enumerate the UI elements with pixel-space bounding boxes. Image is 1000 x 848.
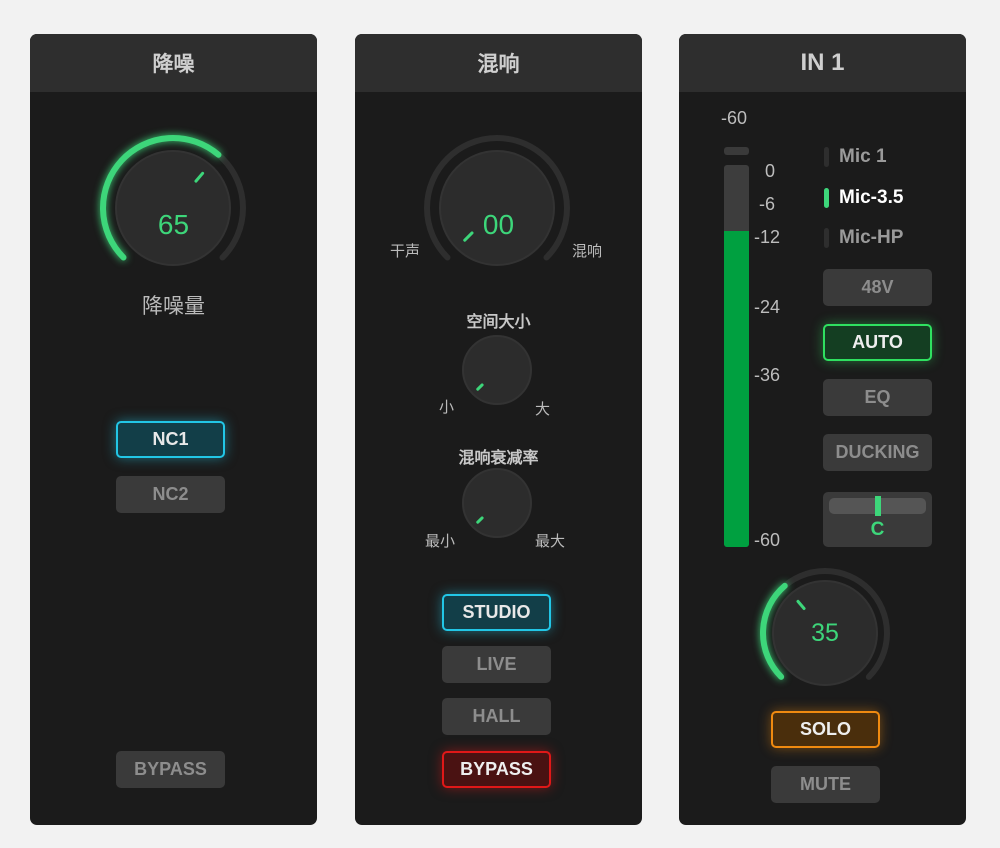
nc1-button[interactable]: NC1 — [116, 421, 225, 458]
knob-body — [462, 468, 532, 538]
noise-reduction-panel: 降噪 65 降噪量 NC1 NC2 BYPASS — [30, 34, 317, 825]
source-label: Mic-HP — [839, 227, 904, 248]
wet-label: 混响 — [572, 242, 603, 260]
max-label: 大 — [535, 400, 551, 418]
live-button[interactable]: LIVE — [442, 646, 551, 683]
room-size-knob[interactable] — [462, 335, 532, 405]
pan-control[interactable]: C — [823, 492, 932, 547]
led-icon — [824, 188, 829, 208]
source-mic-1[interactable]: Mic 1 — [824, 146, 887, 168]
peak-readout: -60 — [721, 108, 748, 128]
led-icon — [824, 228, 829, 248]
source-mic-3-5[interactable]: Mic-3.5 — [824, 187, 903, 209]
auto-button[interactable]: AUTO — [823, 324, 932, 361]
dry-label: 干声 — [390, 242, 421, 260]
solo-button[interactable]: SOLO — [771, 711, 880, 748]
scale-tick: -6 — [759, 194, 776, 214]
source-label: Mic 1 — [839, 146, 887, 167]
phantom-48v-button[interactable]: 48V — [823, 269, 932, 306]
scale-tick: 0 — [765, 161, 776, 181]
panel-title: 降噪 — [30, 34, 317, 92]
knob-body — [439, 150, 555, 266]
led-icon — [824, 147, 829, 167]
source-mic-hp[interactable]: Mic-HP — [824, 227, 903, 249]
bypass-button[interactable]: BYPASS — [442, 751, 551, 788]
level-meter-fill — [724, 231, 749, 547]
level-meter — [724, 165, 749, 547]
knob-body — [462, 335, 532, 405]
scale-tick: -36 — [754, 365, 781, 385]
nc2-button[interactable]: NC2 — [116, 476, 225, 513]
eq-button[interactable]: EQ — [823, 379, 932, 416]
min-label: 小 — [439, 398, 455, 416]
source-label: Mic-3.5 — [839, 187, 904, 208]
knob-value: 65 — [157, 209, 190, 240]
scale-tick: -60 — [754, 530, 781, 550]
mute-button[interactable]: MUTE — [771, 766, 880, 803]
clip-indicator — [724, 147, 749, 155]
max-label: 最大 — [535, 532, 566, 550]
panel-title: 混响 — [355, 34, 642, 92]
studio-button[interactable]: STUDIO — [442, 594, 551, 631]
reverb-mix-knob[interactable] — [415, 126, 579, 290]
ducking-button[interactable]: DUCKING — [823, 434, 932, 471]
scale-tick: -12 — [754, 227, 781, 247]
min-label: 最小 — [425, 532, 456, 550]
input-channel-panel: IN 1 -60 0 -6 -12 -24 -36 -60 Mic 1 Mic-… — [679, 34, 966, 825]
pan-value: C — [870, 519, 885, 540]
scale-tick: -24 — [754, 297, 781, 317]
noise-reduction-knob[interactable] — [91, 126, 255, 290]
pan-slider-thumb[interactable] — [874, 496, 881, 516]
reverb-panel: 混响 00 干声 混响 空间大小 小 大 混响衰减率 最小 最大 STUDIO … — [355, 34, 642, 825]
knob-value: 35 — [811, 619, 839, 647]
decay-title: 混响衰减率 — [458, 448, 539, 467]
room-size-title: 空间大小 — [466, 312, 531, 331]
hall-button[interactable]: HALL — [442, 698, 551, 735]
knob-value: 00 — [482, 209, 515, 240]
knob-label: 降噪量 — [142, 294, 205, 318]
decay-knob[interactable] — [462, 468, 532, 538]
panel-title: IN 1 — [679, 34, 966, 92]
knob-body — [115, 150, 231, 266]
bypass-button[interactable]: BYPASS — [116, 751, 225, 788]
